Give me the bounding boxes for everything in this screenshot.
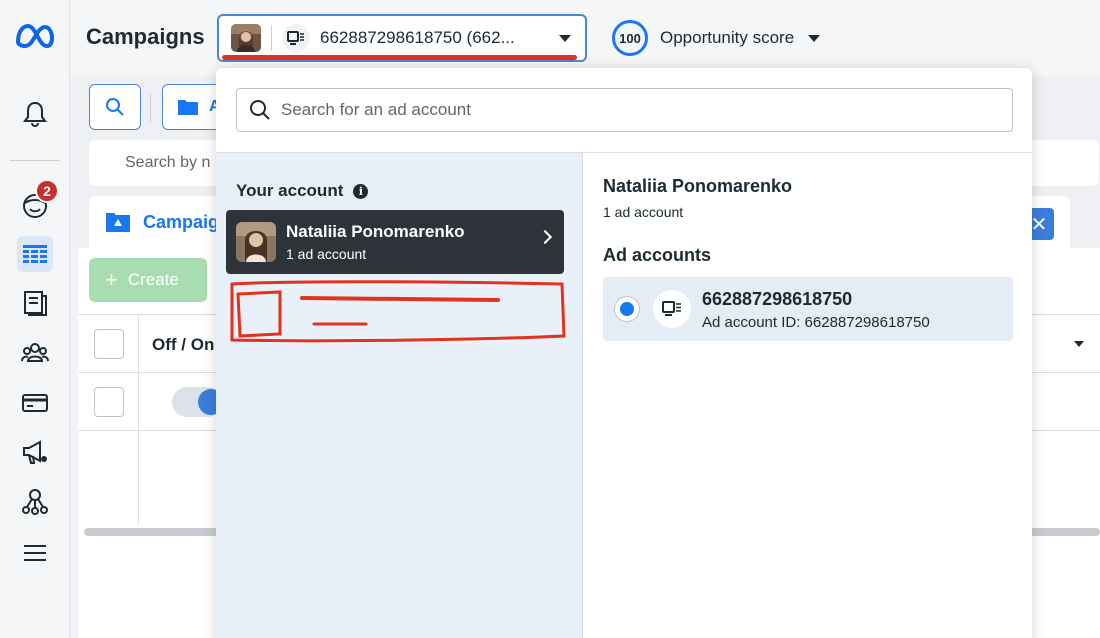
- detail-account-count: 1 ad account: [603, 204, 684, 220]
- campaigns-folder-icon: [105, 213, 130, 232]
- avatar: [236, 222, 276, 262]
- chevron-right-icon: [537, 229, 553, 245]
- ad-account-dropdown: Your account i Nataliia Ponomarenko 1 ad…: [216, 68, 1032, 638]
- column-header-off-on[interactable]: Off / On: [152, 335, 214, 355]
- toolbar-divider: [150, 94, 151, 122]
- search-icon: [106, 98, 124, 116]
- megaphone-icon[interactable]: [17, 434, 53, 470]
- opportunity-score-gauge: 100: [612, 20, 648, 56]
- selected-account-text: 662887298618750 (662...: [320, 28, 515, 47]
- search-icon: [250, 100, 270, 120]
- your-account-heading: Your account i: [236, 181, 369, 201]
- emoji-notifications-icon[interactable]: 2: [17, 179, 59, 223]
- ad-account-search-field[interactable]: [236, 88, 1013, 132]
- left-navigation-rail: 2: [0, 0, 70, 638]
- toolbar-search-button[interactable]: [89, 84, 141, 130]
- annotation-underline: [222, 55, 577, 60]
- user-account-item[interactable]: Nataliia Ponomarenko 1 ad account: [226, 210, 564, 274]
- user-name: Nataliia Ponomarenko: [286, 222, 465, 241]
- ad-account-option[interactable]: 662887298618750 Ad account ID: 662887298…: [603, 277, 1013, 341]
- ad-account-id: 662887298618750: [702, 289, 853, 309]
- ad-account-id-label: Ad account ID: 662887298618750: [702, 314, 930, 331]
- plus-icon: +: [105, 267, 118, 292]
- people-icon[interactable]: [17, 335, 53, 371]
- meta-logo-icon[interactable]: [14, 22, 56, 50]
- notification-count-badge: 2: [35, 179, 59, 203]
- table-grid-icon[interactable]: [17, 236, 53, 272]
- user-account-count: 1 ad account: [286, 246, 367, 262]
- ad-account-icon: [282, 24, 310, 52]
- selector-divider: [271, 25, 272, 51]
- ad-account-icon: [653, 290, 691, 328]
- ad-account-search-input[interactable]: [281, 100, 981, 120]
- page-title: Campaigns: [86, 24, 205, 49]
- your-account-heading-text: Your account: [236, 181, 344, 200]
- rail-divider: [10, 160, 60, 161]
- campaign-search-placeholder: Search by n: [125, 154, 211, 171]
- network-icon[interactable]: [17, 483, 53, 519]
- user-account-text: Nataliia Ponomarenko 1 ad account: [286, 222, 465, 262]
- document-icon[interactable]: [17, 285, 53, 321]
- ad-account-radio[interactable]: [615, 297, 639, 321]
- tab-campaigns-label: Campaig: [142, 211, 219, 232]
- opportunity-score[interactable]: 100 Opportunity score: [612, 20, 821, 56]
- panel-divider: [582, 153, 583, 638]
- column-menu-caret-icon[interactable]: [1074, 341, 1084, 347]
- accounts-left-panel: Your account i Nataliia Ponomarenko 1 ad…: [216, 153, 582, 638]
- avatar: [231, 24, 261, 52]
- row-checkbox[interactable]: [94, 387, 124, 417]
- chevron-down-icon: [559, 35, 571, 42]
- opportunity-score-label: Opportunity score: [660, 28, 795, 47]
- detail-user-name: Nataliia Ponomarenko: [603, 176, 793, 196]
- select-all-checkbox[interactable]: [94, 329, 124, 359]
- folder-icon: [178, 100, 198, 115]
- create-button-label: Create: [127, 270, 179, 289]
- menu-icon[interactable]: [17, 535, 53, 571]
- ad-accounts-heading: Ad accounts: [603, 245, 712, 265]
- tab-campaigns[interactable]: Campaig: [89, 196, 219, 248]
- credit-card-icon[interactable]: [17, 385, 53, 421]
- chevron-down-icon: [808, 34, 821, 42]
- top-header: Campaigns 662887298618750 (662... 100 Op…: [70, 0, 1100, 76]
- create-button[interactable]: + Create: [89, 258, 207, 302]
- info-icon[interactable]: i: [353, 183, 369, 199]
- notifications-bell-icon[interactable]: [17, 96, 53, 132]
- campaign-toggle[interactable]: [172, 387, 224, 417]
